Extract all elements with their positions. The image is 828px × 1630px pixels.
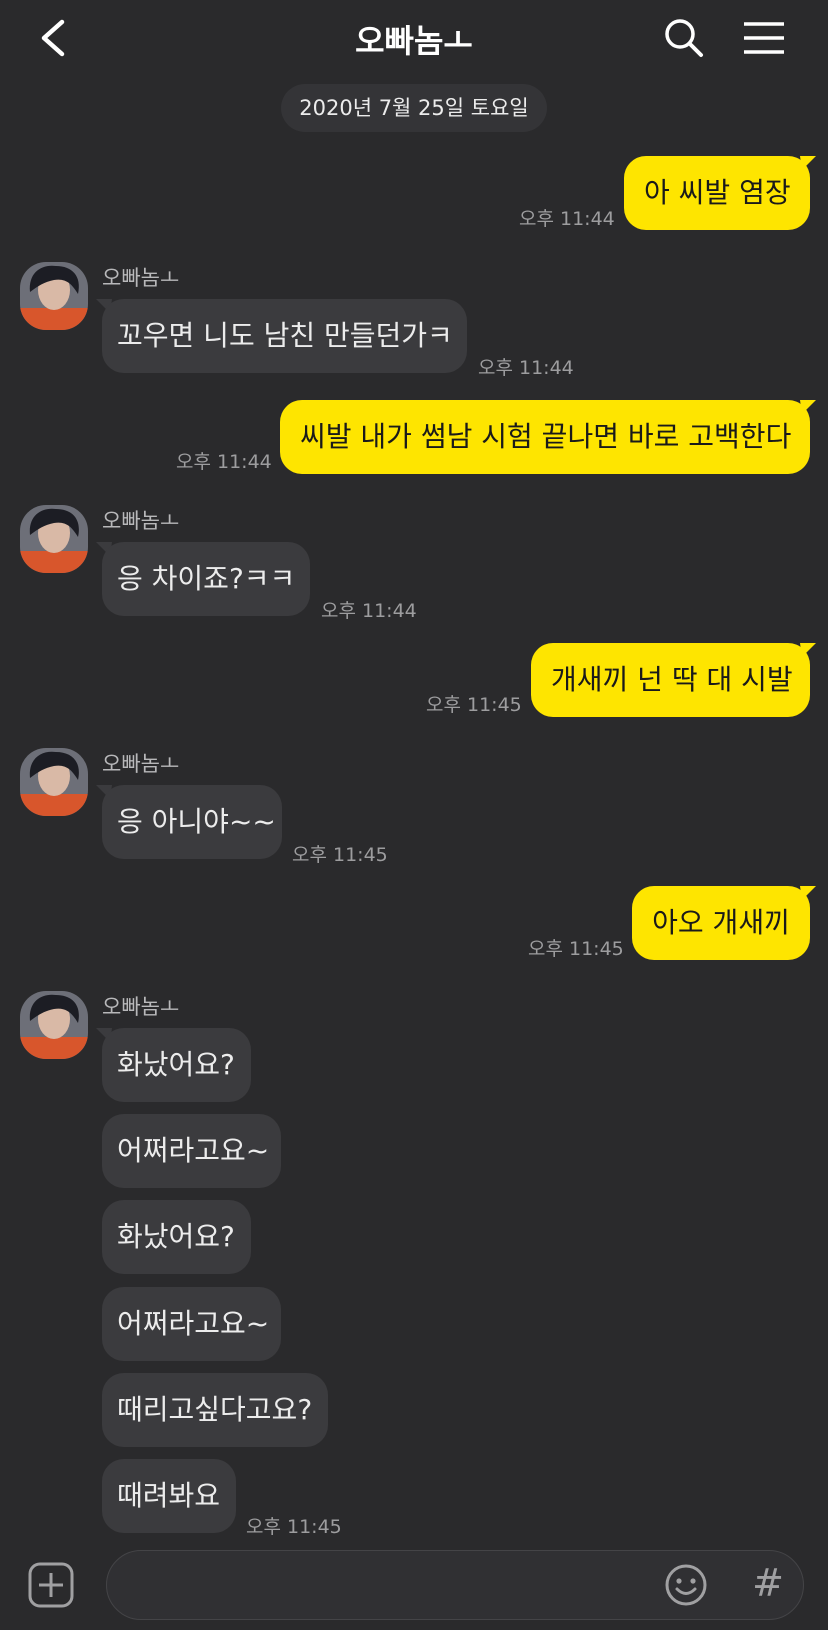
my-message-bubble[interactable]: 아 씨발 염장 [624, 156, 810, 230]
avatar[interactable] [20, 991, 88, 1059]
their-message-bubble[interactable]: 화났어요? [102, 1200, 251, 1274]
avatar[interactable] [20, 262, 88, 330]
my-message-bubble[interactable]: 개새끼 넌 딱 대 시발 [531, 643, 810, 717]
chat-header: 오빠놈ㅗ [0, 0, 828, 78]
hashtag-button[interactable]: # [748, 1560, 788, 1606]
message-time: 오후 11:45 [292, 844, 388, 866]
my-message-bubble[interactable]: 아오 개새끼 [632, 886, 810, 960]
avatar-image [20, 262, 88, 330]
their-message-bubble[interactable]: 응 차이죠?ㅋㅋ [102, 542, 310, 616]
sender-name: 오빠놈ㅗ [102, 509, 180, 533]
their-message-bubble[interactable]: 응 아니야~~ [102, 785, 282, 859]
avatar-image [20, 748, 88, 816]
message-time: 오후 11:45 [426, 694, 522, 716]
sender-name: 오빠놈ㅗ [102, 752, 180, 776]
date-divider: 2020년 7월 25일 토요일 [281, 84, 547, 132]
message-time: 오후 11:44 [519, 208, 615, 230]
search-icon[interactable] [662, 16, 706, 60]
bubble-tail [800, 156, 816, 170]
bubble-tail [800, 643, 816, 657]
avatar-image [20, 505, 88, 573]
their-message-bubble[interactable]: 어쩌라고요~ [102, 1287, 281, 1361]
hamburger-menu-icon[interactable] [742, 16, 786, 60]
message-time: 오후 11:45 [246, 1516, 342, 1538]
message-time: 오후 11:45 [528, 938, 624, 960]
sender-name: 오빠놈ㅗ [102, 266, 180, 290]
bubble-tail [800, 400, 816, 414]
avatar[interactable] [20, 748, 88, 816]
their-message-bubble[interactable]: 꼬우면 니도 남친 만들던가ㅋ [102, 299, 467, 373]
my-message-bubble[interactable]: 씨발 내가 썸남 시험 끝나면 바로 고백한다 [280, 400, 810, 474]
plus-icon[interactable] [28, 1562, 74, 1608]
message-time: 오후 11:44 [321, 600, 417, 622]
avatar[interactable] [20, 505, 88, 573]
their-message-bubble[interactable]: 때리고싶다고요? [102, 1373, 328, 1447]
message-time: 오후 11:44 [478, 357, 574, 379]
sender-name: 오빠놈ㅗ [102, 995, 180, 1019]
bubble-tail [800, 886, 816, 900]
their-message-bubble[interactable]: 화났어요? [102, 1028, 251, 1102]
their-message-bubble[interactable]: 때려봐요 [102, 1459, 236, 1533]
their-message-bubble[interactable]: 어쩌라고요~ [102, 1114, 281, 1188]
avatar-image [20, 991, 88, 1059]
emoji-icon[interactable] [664, 1563, 708, 1607]
message-time: 오후 11:44 [176, 451, 272, 473]
